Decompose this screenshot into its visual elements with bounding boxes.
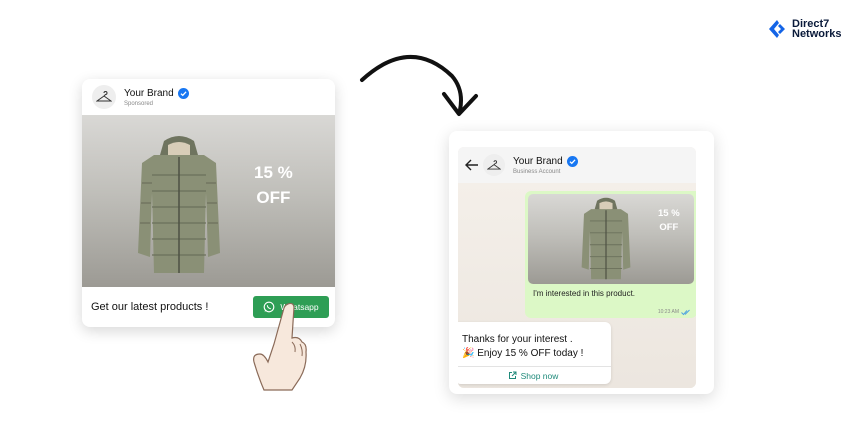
read-ticks-icon [681, 309, 690, 316]
back-arrow-icon[interactable] [465, 159, 479, 171]
preview-offer-off: OFF [659, 222, 679, 233]
brand-row: Your Brand [124, 87, 189, 99]
verified-badge-icon [566, 155, 578, 167]
chat-brand-name[interactable]: Your Brand [513, 156, 563, 167]
product-preview-image[interactable]: 15 % OFF [528, 194, 694, 284]
ad-product-image[interactable]: 15 % OFF [82, 115, 335, 287]
chat-brand-avatar[interactable] [483, 154, 505, 176]
hand-pointer-icon [253, 302, 307, 391]
canvas: Direct7 Networks Your Brand Sponsored 15… [0, 0, 860, 430]
ad-offer-percent: 15 % [254, 163, 293, 182]
incoming-message-bubble[interactable]: Thanks for your interest . 🎉 Enjoy 15 % … [458, 322, 611, 384]
logo-wordmark: Direct7 Networks [792, 19, 842, 40]
hanger-icon [487, 159, 501, 169]
message-timestamp: 10:23 AM [657, 309, 679, 315]
direct7-logo-icon [769, 20, 785, 38]
chat-contact-info: Your Brand Business Account [513, 155, 578, 175]
external-link-icon [508, 371, 517, 379]
sponsored-label: Sponsored [124, 100, 154, 107]
whatsapp-chat-mockup: Your Brand Business Account 15 % OFF I'm… [449, 131, 714, 394]
logo-line-2: Networks [792, 28, 842, 40]
chat-brand-row: Your Brand [513, 155, 578, 167]
business-account-label: Business Account [513, 168, 561, 175]
brand-info: Your Brand Sponsored [124, 87, 189, 107]
flow-arrow-icon [360, 54, 478, 116]
ad-brand-name[interactable]: Your Brand [124, 88, 174, 99]
brand-avatar[interactable] [92, 85, 116, 109]
preview-offer-percent: 15 % [658, 208, 680, 219]
shop-now-button[interactable]: Shop now [458, 367, 611, 384]
chat-body: 15 % OFF I'm interested in this product.… [458, 183, 696, 388]
ad-offer-text: 15 % OFF [254, 160, 293, 210]
chat-header: Your Brand Business Account [458, 147, 696, 183]
outgoing-message-text: I'm interested in this product. [533, 289, 636, 298]
puffer-jacket-image [581, 197, 631, 280]
preview-offer-text: 15 % OFF [658, 207, 680, 235]
ad-header: Your Brand Sponsored [82, 79, 335, 115]
shop-now-label: Shop now [520, 370, 559, 381]
outgoing-message-bubble[interactable]: 15 % OFF I'm interested in this product.… [525, 191, 696, 318]
verified-badge-icon [177, 87, 189, 99]
brand-logo: Direct7 Networks [766, 18, 842, 40]
hanger-icon [96, 91, 112, 102]
puffer-jacket-image [138, 136, 220, 273]
chat-window: Your Brand Business Account 15 % OFF I'm… [458, 147, 696, 388]
sponsored-ad-card: Your Brand Sponsored 15 % OFF Get our la… [82, 79, 335, 327]
ad-tagline: Get our latest products ! [91, 301, 209, 313]
incoming-message-line-1: Thanks for your interest . [462, 334, 573, 345]
incoming-message-line-2: 🎉 Enjoy 15 % OFF today ! [462, 348, 584, 359]
ad-offer-off: OFF [256, 188, 291, 207]
